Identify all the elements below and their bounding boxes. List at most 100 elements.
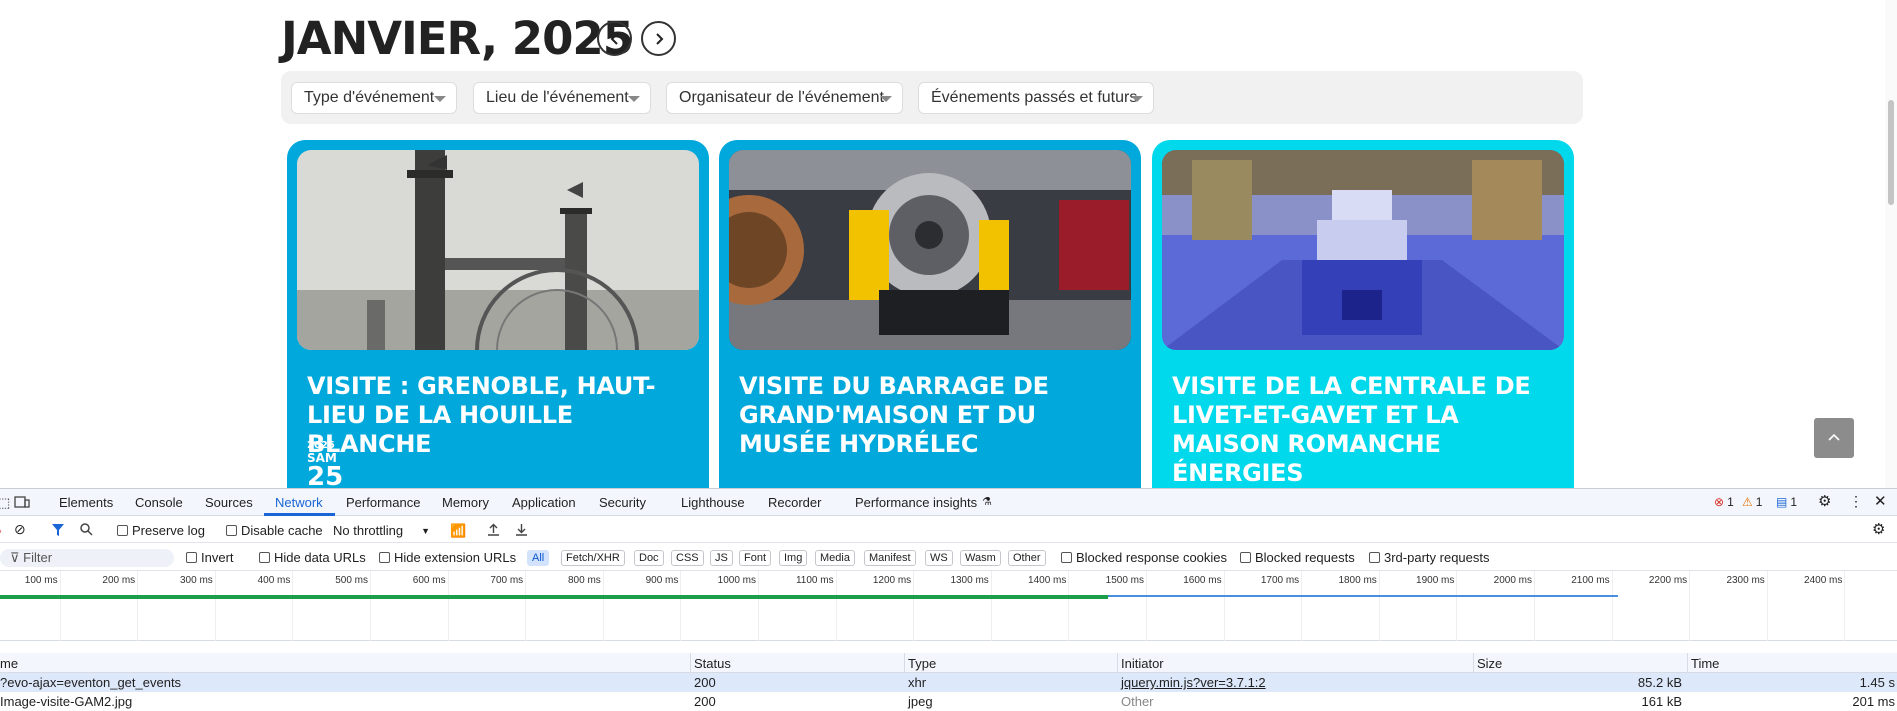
column-status[interactable]: Status [694,656,731,671]
filter-label: Organisateur de l'événement [679,89,884,106]
request-initiator-link[interactable]: jquery.min.js?ver=3.7.1:2 [1121,675,1266,690]
timeline-tick-label: 600 ms [412,575,446,586]
timeline-gridline [1223,571,1225,641]
network-timeline-overview[interactable]: 100 ms 200 ms 300 ms 400 ms 500 ms 600 ms 700 … [0,571,1897,641]
preserve-log-checkbox[interactable]: Preserve log [117,523,205,538]
page-scrollbar[interactable] [1885,0,1897,488]
import-har-icon[interactable] [487,523,500,536]
request-size: 161 kB [1641,694,1682,709]
type-filter-wasm[interactable]: Wasm [960,550,1001,566]
settings-gear-icon[interactable]: ⚙ [1818,492,1831,510]
type-filter-js[interactable]: JS [710,550,733,566]
type-filter-all[interactable]: All [527,550,550,566]
next-month-button[interactable] [641,21,676,56]
message-count[interactable]: ▤ 1 [1776,495,1797,509]
tab-console[interactable]: Console [135,495,183,510]
export-har-icon[interactable] [515,523,528,536]
timeline-gridline [1534,571,1535,641]
column-name[interactable]: me [0,656,18,671]
event-year: 2025 [307,440,335,451]
filter-funnel-icon[interactable] [52,524,64,536]
event-location-filter[interactable]: Lieu de l'événement [473,82,651,114]
column-size[interactable]: Size [1477,656,1502,671]
tab-security[interactable]: Security [599,495,646,510]
tab-performance[interactable]: Performance [346,495,420,510]
checkbox[interactable] [1240,552,1251,563]
checkbox[interactable] [379,552,390,563]
record-icon[interactable]: ● [0,523,2,538]
blocked-requests-checkbox[interactable]: Blocked requests [1240,550,1355,565]
type-filter-font[interactable]: Font [739,550,772,566]
tab-performance-insights[interactable]: Performance insights [855,495,977,510]
type-filter-doc[interactable]: Doc [634,550,664,566]
error-count[interactable]: ⊗ 1 [1714,495,1734,509]
type-filter-fetch-xhr[interactable]: Fetch/XHR [561,550,625,566]
checkbox[interactable] [226,525,237,536]
filter-input[interactable]: ⊽ Filter [0,549,174,567]
timeline-tick-label: 1600 ms [1183,575,1222,586]
event-card[interactable]: VISITE DU BARRAGE DE GRAND'MAISON ET DU … [719,140,1141,488]
search-icon[interactable] [80,523,93,536]
network-toolbar: ● ⊘ Preserve log Disable cache No thrott… [0,516,1897,543]
event-time-filter[interactable]: Événements passés et futurs [918,82,1154,114]
type-filter-other[interactable]: Other [1008,550,1046,566]
checkbox[interactable] [259,552,270,563]
flask-icon: ⚗ [982,496,992,508]
timeline-tick-label: 500 ms [335,575,368,586]
request-size: 85.2 kB [1637,675,1682,690]
event-organizer-filter[interactable]: Organisateur de l'événement [666,82,903,114]
table-row[interactable]: Image-visite-GAM2.jpg 200 jpeg Other 161… [0,692,1897,711]
column-initiator[interactable]: Initiator [1121,656,1164,671]
more-options-icon[interactable]: ⋮ [1849,493,1863,510]
event-card[interactable]: VISITE DE LA CENTRALE DE LIVET-ET-GAVET … [1152,140,1574,488]
event-card[interactable]: VISITE : GRENOBLE, HAUT-LIEU DE LA HOUIL… [287,140,709,488]
column-type[interactable]: Type [908,656,936,671]
type-filter-manifest[interactable]: Manifest [864,550,916,566]
scroll-to-top-button[interactable] [1814,418,1854,458]
network-conditions-icon[interactable]: 📶 [450,523,466,539]
timeline-tick-label: 100 ms [24,575,58,586]
request-type: jpeg [908,694,933,709]
checkbox[interactable] [186,552,197,563]
timeline-tick-label: 700 ms [490,575,524,586]
disable-cache-checkbox[interactable]: Disable cache [226,523,323,538]
table-row[interactable]: ?evo-ajax=eventon_get_events 200 xhr jqu… [0,673,1897,692]
invert-checkbox[interactable]: Invert [186,550,234,565]
close-devtools-icon[interactable]: ✕ [1874,492,1887,510]
network-settings-gear-icon[interactable]: ⚙ [1872,520,1885,538]
throttling-select[interactable]: No throttling ▼ [333,523,430,538]
event-title: VISITE DE LA CENTRALE DE LIVET-ET-GAVET … [1172,372,1531,487]
timeline-tick-label: 900 ms [645,575,679,586]
tab-application[interactable]: Application [512,495,576,510]
hide-extension-urls-checkbox[interactable]: Hide extension URLs [379,550,516,565]
tab-sources[interactable]: Sources [205,495,253,510]
previous-month-button[interactable] [597,21,632,56]
type-filter-media[interactable]: Media [815,550,855,566]
timeline-gridline [913,571,915,641]
type-filter-css[interactable]: CSS [671,550,704,566]
device-toolbar-icon[interactable] [14,495,30,509]
checkbox[interactable] [1061,552,1072,563]
event-type-filter[interactable]: Type d'événement [291,82,457,114]
type-filter-img[interactable]: Img [779,550,808,566]
tab-lighthouse[interactable]: Lighthouse [681,495,745,510]
timeline-tick-label: 1900 ms [1416,575,1455,586]
scrollbar-thumb[interactable] [1888,100,1894,205]
hide-data-urls-checkbox[interactable]: Hide data URLs [259,550,366,565]
tab-recorder[interactable]: Recorder [768,495,821,510]
warning-count[interactable]: ⚠ 1 [1742,495,1762,509]
tab-elements[interactable]: Elements [59,495,113,510]
column-time[interactable]: Time [1691,656,1719,671]
checkbox[interactable] [117,525,128,536]
tab-network[interactable]: Network [275,495,323,510]
tab-memory[interactable]: Memory [442,495,489,510]
blocked-response-cookies-checkbox[interactable]: Blocked response cookies [1061,550,1227,565]
timeline-tick-label: 2200 ms [1648,575,1688,586]
third-party-requests-checkbox[interactable]: 3rd-party requests [1369,550,1490,565]
type-filter-ws[interactable]: WS [925,550,953,566]
checkbox[interactable] [1369,552,1380,563]
inspect-icon[interactable]: ⬚ [0,495,10,511]
requests-table-header: me Status Type Initiator Size Time [0,653,1897,673]
clear-icon[interactable]: ⊘ [14,521,26,538]
timeline-gridline [370,571,371,641]
